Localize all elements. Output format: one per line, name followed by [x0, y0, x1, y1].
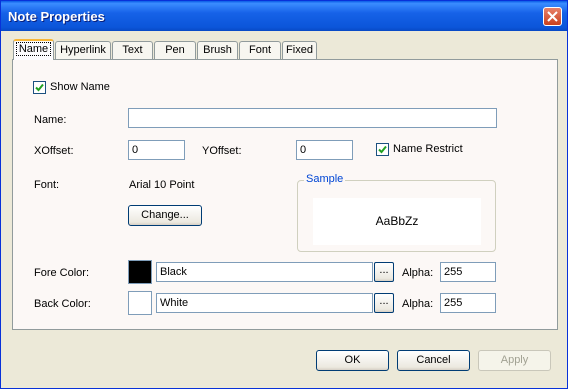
back-color-input[interactable]: White: [156, 293, 373, 313]
tab-label: Brush: [203, 44, 232, 56]
font-label: Font:: [34, 179, 60, 191]
change-font-button[interactable]: Change...: [128, 205, 202, 226]
tab-label: Font: [248, 44, 271, 56]
yoffset-input[interactable]: 0: [296, 140, 353, 160]
show-name-checkbox[interactable]: [33, 81, 46, 94]
fore-alpha-input[interactable]: 255: [440, 262, 496, 282]
name-restrict-checkbox[interactable]: [376, 143, 389, 156]
tab-label: Fixed: [286, 44, 313, 56]
title-bar[interactable]: Note Properties: [1, 1, 567, 31]
fore-color-browse-button[interactable]: ...: [374, 262, 394, 282]
name-restrict-label: Name Restrict: [393, 143, 463, 155]
sample-group: Sample AaBbZz: [297, 173, 496, 252]
ok-button[interactable]: OK: [316, 350, 389, 371]
sample-preview: AaBbZz: [313, 198, 481, 245]
back-color-label: Back Color:: [34, 298, 91, 310]
tab-fixed[interactable]: Fixed: [282, 41, 317, 59]
close-button[interactable]: [543, 7, 562, 26]
back-color-browse-button[interactable]: ...: [374, 293, 394, 313]
fore-color-label: Fore Color:: [34, 267, 90, 279]
name-input[interactable]: [128, 108, 497, 128]
tab-label: Pen: [165, 44, 185, 56]
font-value: Arial 10 Point: [129, 179, 195, 191]
window-title: Note Properties: [8, 9, 105, 24]
xoffset-input[interactable]: 0: [128, 140, 185, 160]
tab-font[interactable]: Font: [239, 41, 281, 59]
tab-label: Text: [122, 44, 143, 56]
yoffset-label: YOffset:: [202, 145, 242, 157]
tab-text[interactable]: Text: [112, 41, 153, 59]
fore-alpha-label: Alpha:: [402, 267, 434, 279]
tab-hyperlink[interactable]: Hyperlink: [55, 41, 111, 59]
tab-label: Name: [15, 42, 52, 56]
fore-color-swatch[interactable]: [128, 260, 152, 284]
sample-group-title: Sample: [304, 173, 346, 185]
tab-brush[interactable]: Brush: [197, 41, 238, 59]
cancel-button[interactable]: Cancel: [397, 350, 470, 371]
apply-button[interactable]: Apply: [478, 350, 551, 371]
tab-pen[interactable]: Pen: [154, 41, 196, 59]
back-alpha-label: Alpha:: [402, 298, 434, 310]
name-label: Name:: [34, 114, 67, 126]
back-color-swatch[interactable]: [128, 291, 152, 315]
back-alpha-input[interactable]: 255: [440, 293, 496, 313]
tab-label: Hyperlink: [60, 44, 106, 56]
xoffset-label: XOffset:: [34, 145, 74, 157]
tab-name[interactable]: Name: [13, 39, 54, 60]
show-name-label: Show Name: [50, 81, 110, 93]
name-tab-panel: Show Name Name: XOffset: 0 YOffset: 0 Na…: [12, 59, 558, 330]
fore-color-input[interactable]: Black: [156, 262, 373, 282]
note-properties-dialog: Note Properties Name Hyperlink Text Pen …: [0, 0, 568, 389]
